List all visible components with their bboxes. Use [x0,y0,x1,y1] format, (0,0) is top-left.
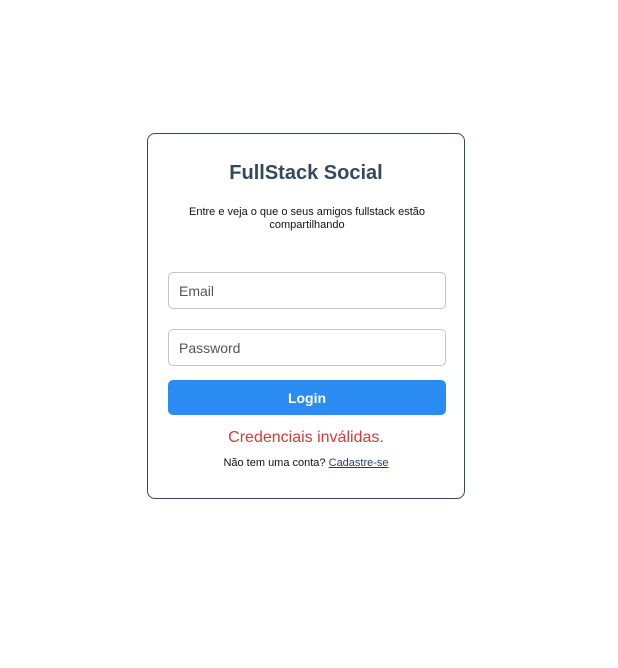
error-message: Credenciais inválidas. [228,429,384,446]
login-card: FullStack Social Entre e veja o que o se… [147,133,465,499]
signup-prompt-text: Não tem uma conta? [223,457,326,469]
app-subtitle: Entre e veja o que o seus amigos fullsta… [188,206,426,231]
password-field[interactable] [168,329,446,366]
email-field[interactable] [168,272,446,309]
app-title: FullStack Social [229,162,383,184]
login-button[interactable]: Login [168,380,446,415]
signup-prompt: Não tem uma conta? Cadastre-se [148,457,464,469]
signup-link[interactable]: Cadastre-se [329,457,389,469]
